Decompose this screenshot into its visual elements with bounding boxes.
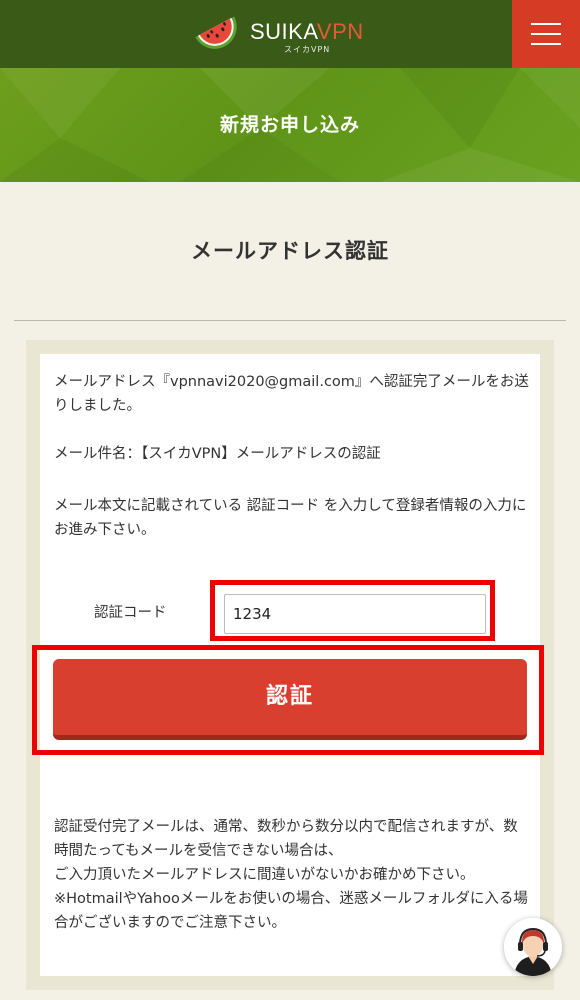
logo-suika-text: SUIKA <box>250 19 317 44</box>
menu-bar <box>531 43 561 45</box>
agent-avatar-graphic <box>504 918 562 976</box>
code-label: 認証コード <box>94 605 167 621</box>
divider <box>14 320 566 321</box>
instruction-text: メール本文に記載されている 認証コード を入力して登録者情報の入力にお進み下さい… <box>54 498 527 538</box>
logo-vpn-text: VPN <box>316 19 364 44</box>
menu-bar <box>531 33 561 35</box>
verification-code-input[interactable] <box>224 594 486 634</box>
menu-bar <box>531 23 561 25</box>
support-agent-icon[interactable] <box>504 918 562 976</box>
note-text: ※HotmailやYahooメールをお使いの場合、迷惑メールフォルダに入る場合が… <box>54 891 528 931</box>
verify-button[interactable]: 認証 <box>53 659 527 740</box>
site-logo[interactable]: SUIKAVPN スイカVPN <box>192 10 392 58</box>
page-banner: 新規お申し込み <box>0 68 580 182</box>
site-header: SUIKAVPN スイカVPN <box>0 0 580 68</box>
banner-title: 新規お申し込み <box>219 114 360 136</box>
subject-text: メール件名：【スイカVPN】メールアドレスの認証 <box>54 446 381 462</box>
intro-text: メールアドレス『vpnnavi2020@gmail.com』へ認証完了メールをお… <box>54 374 529 414</box>
watermelon-icon <box>195 16 237 49</box>
notes-block: 認証受付完了メールは、通常、数秒から数分以内で配信されますが、数時間たってもメー… <box>54 815 529 935</box>
note-text: 認証受付完了メールは、通常、数秒から数分以内で配信されますが、数時間たってもメー… <box>54 819 518 859</box>
hamburger-menu-icon[interactable] <box>512 0 580 68</box>
note-text: ご入力頂いたメールアドレスに間違いがないかお確かめ下さい。 <box>54 867 475 883</box>
logo-wordmark: SUIKAVPN <box>250 19 364 45</box>
page-title: メールアドレス認証 <box>191 239 389 263</box>
logo-subtitle: スイカVPN <box>284 45 331 54</box>
